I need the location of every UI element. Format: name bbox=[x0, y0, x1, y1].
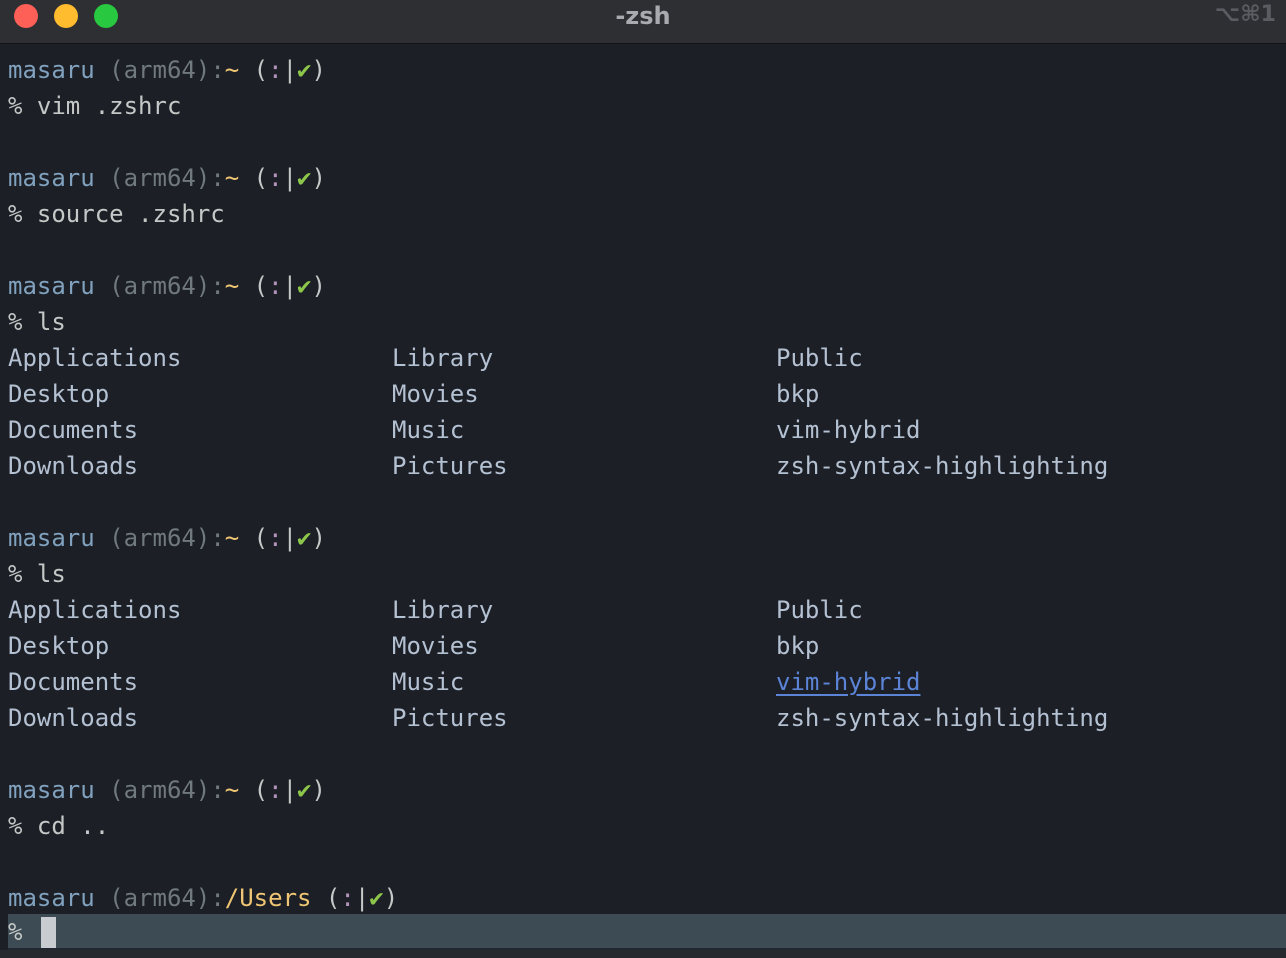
command-line: % ls bbox=[8, 560, 66, 588]
bottom-strip bbox=[0, 950, 1286, 958]
command-line: % vim .zshrc bbox=[8, 92, 182, 120]
ls-entry: Library bbox=[392, 596, 494, 624]
ls-entry: bkp bbox=[776, 632, 820, 660]
command-line: % source .zshrc bbox=[8, 200, 225, 228]
prompt-line-current: masaru (arm64):/Users (:|✔) bbox=[8, 884, 399, 912]
ls-entry: zsh-syntax-highlighting bbox=[776, 704, 1109, 732]
git-clean-check-icon: ✔ bbox=[297, 164, 312, 192]
git-clean-check-icon: ✔ bbox=[297, 776, 312, 804]
ls-entry: zsh-syntax-highlighting bbox=[776, 452, 1109, 480]
prompt-arch: (arm64) bbox=[109, 56, 211, 84]
ls-entry: Music bbox=[392, 416, 465, 444]
ls-entry: bkp bbox=[776, 380, 820, 408]
prompt-path: /Users bbox=[224, 884, 312, 912]
window-titlebar: -zsh ⌥⌘1 bbox=[0, 0, 1286, 44]
command-text: ls bbox=[36, 308, 66, 336]
command-text: ls bbox=[36, 560, 66, 588]
git-clean-check-icon: ✔ bbox=[297, 56, 312, 84]
git-clean-check-icon: ✔ bbox=[297, 524, 312, 552]
command-text: source .zshrc bbox=[36, 200, 225, 228]
window-title: -zsh bbox=[615, 2, 671, 30]
tab-shortcut-label: ⌥⌘1 bbox=[1214, 2, 1276, 27]
ls-entry: Documents bbox=[8, 416, 139, 444]
ls-entry: Movies bbox=[392, 380, 479, 408]
prompt-line: masaru (arm64):~ (:|✔) bbox=[8, 164, 326, 192]
ls-entry: Documents bbox=[8, 668, 139, 696]
input-prompt-symbol: % bbox=[8, 918, 23, 946]
prompt-path: ~ bbox=[224, 56, 240, 84]
ls-entry: Downloads bbox=[8, 452, 139, 480]
prompt-line: masaru (arm64):~ (:|✔) bbox=[8, 776, 326, 804]
text-cursor bbox=[41, 917, 56, 948]
command-text: cd .. bbox=[36, 812, 110, 840]
terminal-output[interactable]: masaru (arm64):~ (:|✔) % vim .zshrc masa… bbox=[0, 44, 1286, 958]
ls-entry: Desktop bbox=[8, 632, 110, 660]
command-line: % ls bbox=[8, 308, 66, 336]
command-text: vim .zshrc bbox=[36, 92, 182, 120]
prompt-line: masaru (arm64):~ (:|✔) bbox=[8, 272, 326, 300]
ls-entry: Downloads bbox=[8, 704, 139, 732]
ls-entry: Pictures bbox=[392, 704, 508, 732]
ls-entry: vim-hybrid bbox=[776, 416, 921, 444]
ls-entry: Public bbox=[776, 596, 863, 624]
prompt-line: masaru (arm64):~ (:|✔) bbox=[8, 56, 326, 84]
prompt-user: masaru bbox=[8, 56, 95, 84]
ls-entry: Public bbox=[776, 344, 863, 372]
command-input-line[interactable]: % bbox=[8, 914, 1286, 950]
ls-entry: Desktop bbox=[8, 380, 110, 408]
ls-entry: Pictures bbox=[392, 452, 508, 480]
ls-entry-link[interactable]: vim-hybrid bbox=[776, 664, 921, 700]
command-line: % cd .. bbox=[8, 812, 110, 840]
ls-entry: Movies bbox=[392, 632, 479, 660]
ls-entry: Applications bbox=[8, 596, 182, 624]
prompt-line: masaru (arm64):~ (:|✔) bbox=[8, 524, 326, 552]
ls-entry: Music bbox=[392, 668, 465, 696]
git-clean-check-icon: ✔ bbox=[369, 884, 384, 912]
ls-entry: Applications bbox=[8, 344, 182, 372]
ls-entry: Library bbox=[392, 344, 494, 372]
git-clean-check-icon: ✔ bbox=[297, 272, 312, 300]
